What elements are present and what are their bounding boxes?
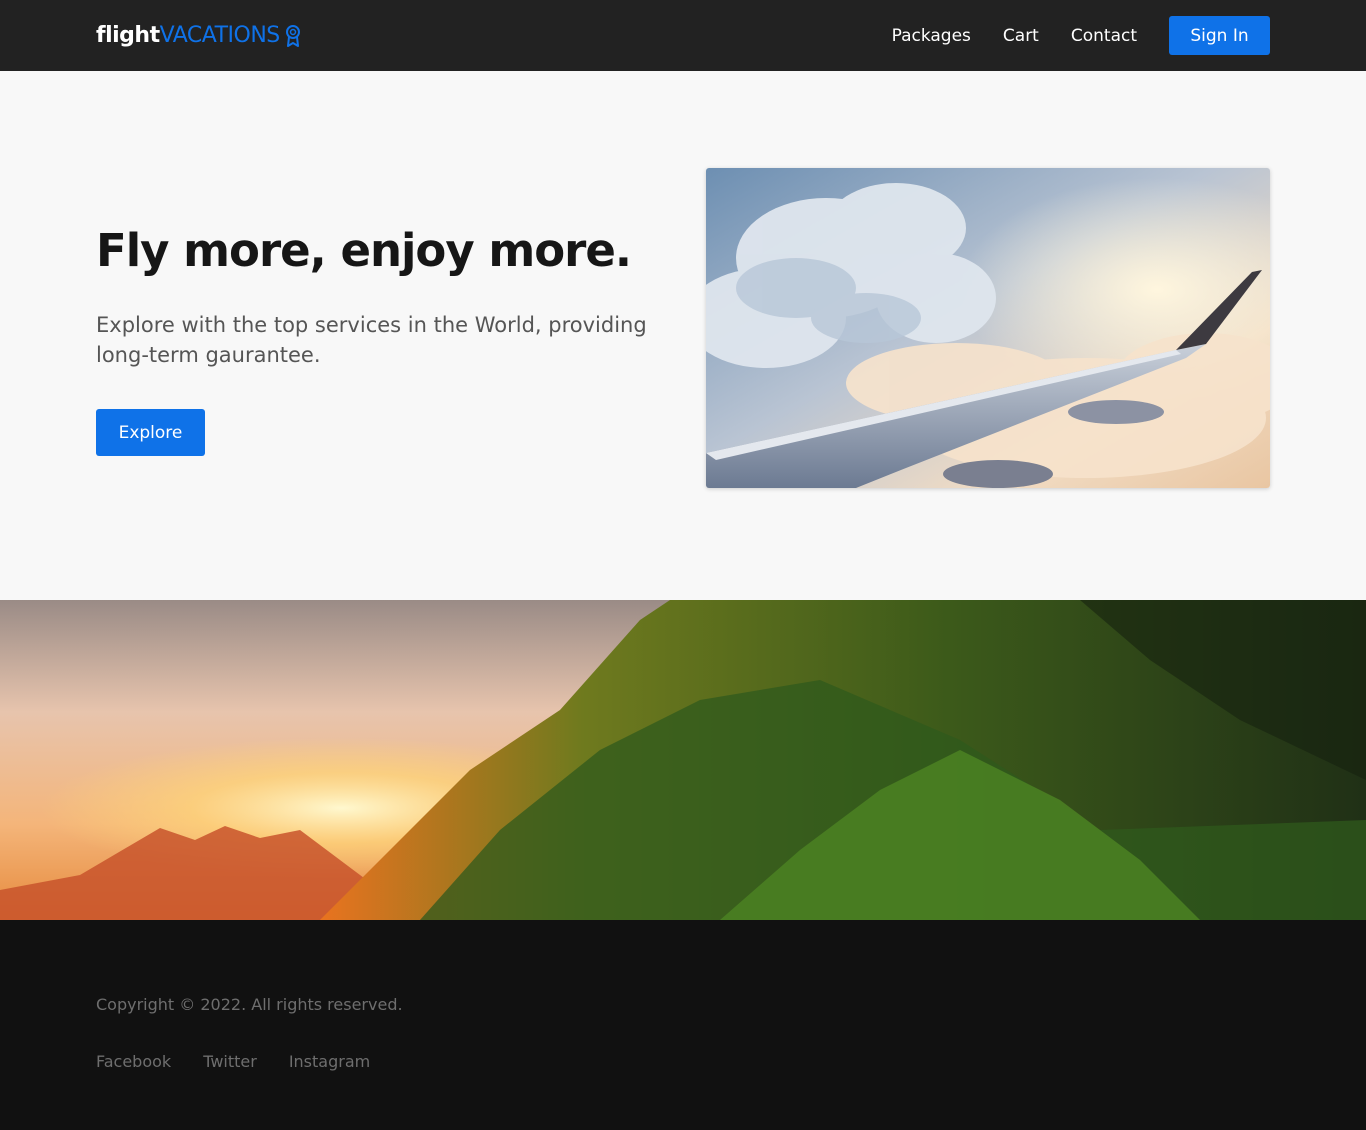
hero-subtitle: Explore with the top services in the Wor… <box>96 313 647 367</box>
social-links: Facebook Twitter Instagram <box>96 1052 402 1071</box>
navbar: flight VACATIONS Packages Cart Contact S… <box>0 0 1366 71</box>
twitter-link[interactable]: Twitter <box>203 1052 257 1071</box>
facebook-link[interactable]: Facebook <box>96 1052 171 1071</box>
nav-link-cart[interactable]: Cart <box>1003 26 1039 46</box>
footer: Copyright © 2022. All rights reserved. F… <box>0 920 1366 1130</box>
copyright-text: Copyright © 2022. All rights reserved. <box>96 995 403 1014</box>
nav-link-contact[interactable]: Contact <box>1071 26 1137 46</box>
nav-link-packages[interactable]: Packages <box>892 26 971 46</box>
instagram-link[interactable]: Instagram <box>289 1052 370 1071</box>
mountain-banner-image <box>0 600 1366 920</box>
award-ribbon-icon <box>285 24 301 47</box>
sign-in-button[interactable]: Sign In <box>1169 16 1270 55</box>
explore-button[interactable]: Explore <box>96 409 205 456</box>
logo-primary-text: flight <box>96 23 160 48</box>
hero-title: Fly more, enjoy more. <box>96 224 632 277</box>
logo[interactable]: flight VACATIONS <box>96 23 301 48</box>
logo-secondary-text: VACATIONS <box>159 23 281 48</box>
nav-menu: Packages Cart Contact Sign In <box>892 16 1270 55</box>
airplane-wing-image <box>706 168 1270 488</box>
hero-section: Fly more, enjoy more. Explore with the t… <box>0 71 1366 600</box>
